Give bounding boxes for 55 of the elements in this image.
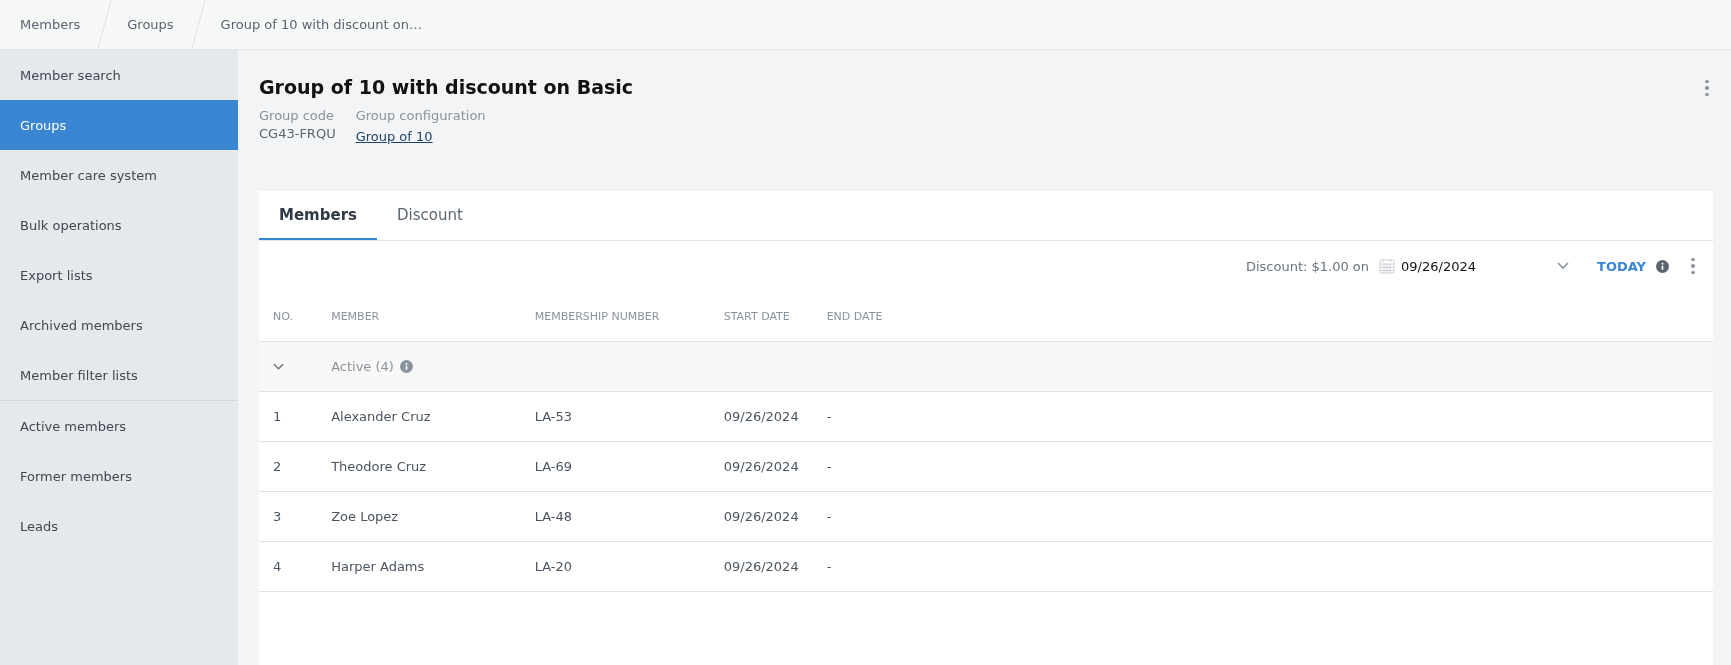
field-label: Group configuration — [355, 108, 486, 123]
table-cell: - — [812, 441, 1713, 492]
discount-label: Discount: $1.00 on — [1245, 258, 1370, 274]
table-cell: 09/26/2024 — [709, 491, 813, 542]
table-cell: - — [812, 391, 1713, 442]
table-cell: 1 — [259, 391, 318, 442]
table-cell: LA-53 — [520, 391, 710, 442]
tab[interactable]: Discount — [376, 191, 483, 240]
table-cell: 3 — [259, 491, 318, 542]
table-cell: Alexander Cruz — [317, 391, 521, 442]
expand-toggle[interactable] — [273, 362, 284, 371]
table-cell: Theodore Cruz — [317, 441, 521, 492]
sidebar-item[interactable]: Bulk operations — [0, 200, 238, 250]
tab[interactable]: Members — [259, 191, 377, 240]
info-icon — [1656, 259, 1669, 273]
table-cell: LA-20 — [520, 541, 710, 592]
column-header: MEMBERSHIP NUMBER — [520, 291, 710, 342]
today-button[interactable]: TODAY — [1597, 258, 1646, 274]
column-header: START DATE — [709, 291, 813, 342]
sidebar-item[interactable]: Export lists — [0, 250, 238, 300]
table-cell: - — [812, 491, 1713, 542]
column-header: END DATE — [812, 291, 1713, 342]
sidebar-item[interactable]: Member search — [0, 50, 238, 100]
breadcrumb-link[interactable]: Groups — [107, 0, 196, 49]
sidebar-item[interactable]: Groups — [0, 100, 238, 150]
field-value: CG43-FRQU — [259, 126, 336, 141]
table-cell: 2 — [259, 441, 318, 492]
column-header: NO. — [259, 291, 318, 342]
calendar-icon — [1379, 258, 1396, 274]
date-field[interactable]: 09/26/2024 — [1379, 258, 1570, 274]
breadcrumb-link[interactable]: Group of 10 with discount on… — [200, 0, 444, 49]
page-title: Group of 10 with discount on Basic — [259, 76, 634, 98]
sidebar-item[interactable]: Member filter lists — [0, 350, 238, 400]
table-cell: 4 — [259, 541, 318, 592]
sidebar-item[interactable]: Former members — [0, 451, 238, 501]
chevron-icon — [273, 362, 284, 371]
table-cell: Harper Adams — [317, 541, 521, 592]
table-cell: LA-69 — [520, 441, 710, 492]
sidebar-item[interactable]: Leads — [0, 501, 238, 551]
table-cell: Zoe Lopez — [317, 491, 521, 542]
field-label: Group code — [259, 108, 336, 123]
sidebar-item[interactable]: Active members — [0, 401, 238, 451]
group-label: Active (4) — [331, 359, 394, 374]
column-header: MEMBER — [317, 291, 521, 342]
field-link[interactable]: Group of 10 — [355, 129, 433, 144]
info-icon — [399, 360, 413, 373]
table-cell: 09/26/2024 — [709, 391, 813, 442]
breadcrumb-link[interactable]: Members — [0, 0, 103, 49]
table-cell: 09/26/2024 — [709, 541, 813, 592]
table-cell: - — [812, 541, 1713, 592]
table-cell: 09/26/2024 — [709, 441, 813, 492]
sidebar-item[interactable]: Member care system — [0, 150, 238, 200]
table-cell: LA-48 — [520, 491, 710, 542]
chevron-down-icon — [1557, 262, 1570, 270]
sidebar-item[interactable]: Archived members — [0, 300, 238, 350]
